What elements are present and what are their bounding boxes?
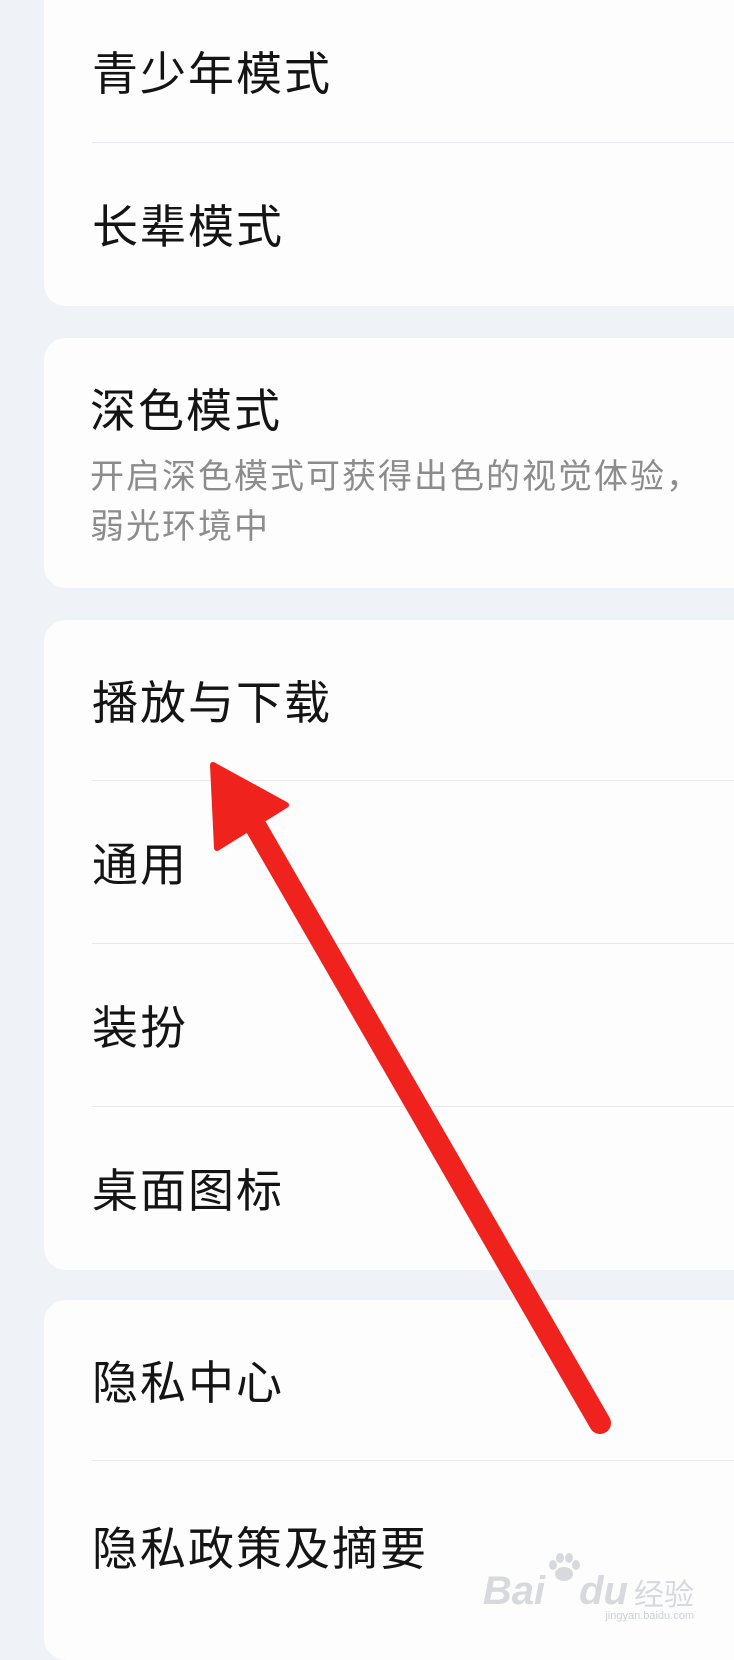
teen-mode-item[interactable]: 青少年模式: [92, 0, 734, 142]
watermark-cn: 经验: [634, 1578, 694, 1613]
dark-mode-item[interactable]: 深色模式 开启深色模式可获得出色的视觉体验， 弱光环境中: [44, 338, 734, 588]
paw-icon: [549, 1553, 580, 1581]
playback-download-label: 播放与下载: [92, 676, 332, 730]
playback-download-item[interactable]: 播放与下载: [92, 620, 734, 780]
privacy-policy-label: 隐私政策及摘要: [92, 1522, 428, 1576]
privacy-center-item[interactable]: 隐私中心: [92, 1300, 734, 1460]
teen-mode-label: 青少年模式: [92, 47, 332, 101]
dark-mode-description-line1: 开启深色模式可获得出色的视觉体验，: [90, 457, 702, 497]
dark-mode-label: 深色模式: [90, 384, 282, 438]
dress-up-item[interactable]: 装扮: [92, 944, 734, 1106]
dark-mode-description-line2: 弱光环境中: [90, 507, 270, 547]
general-label: 通用: [92, 838, 188, 892]
watermark-url: jingyan.baidu.com: [605, 1610, 694, 1622]
desktop-icon-item[interactable]: 桌面图标: [92, 1107, 734, 1269]
dark-mode-title: 深色模式: [90, 378, 734, 438]
desktop-icon-label: 桌面图标: [92, 1164, 284, 1218]
settings-group-3: 播放与下载 通用 装扮 桌面图标: [44, 620, 734, 1270]
settings-group-2: 深色模式 开启深色模式可获得出色的视觉体验， 弱光环境中: [44, 338, 734, 588]
general-item[interactable]: 通用: [92, 781, 734, 943]
elder-mode-label: 长辈模式: [92, 200, 284, 254]
privacy-center-label: 隐私中心: [92, 1356, 284, 1410]
dress-up-label: 装扮: [92, 1001, 188, 1055]
watermark: Bai du 经验 jingyan.baidu.com: [483, 1553, 694, 1622]
settings-group-1: 青少年模式 长辈模式: [44, 0, 734, 306]
elder-mode-item[interactable]: 长辈模式: [92, 143, 734, 305]
